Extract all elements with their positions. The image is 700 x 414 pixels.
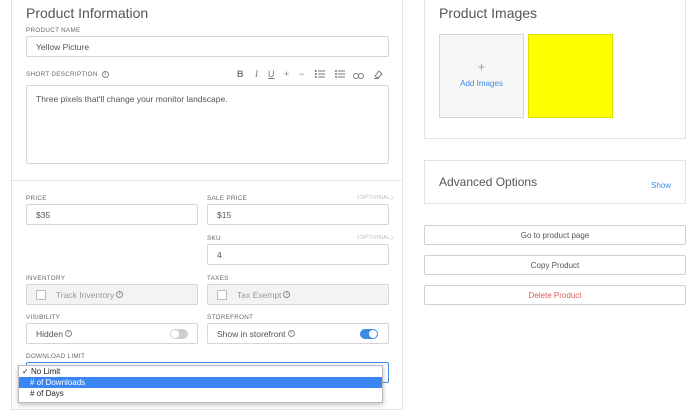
short-description-label: SHORT DESCRIPTION i bbox=[26, 71, 109, 78]
download-limit-label: DOWNLOAD LIMIT bbox=[26, 353, 86, 360]
visibility-label: VISIBILITY bbox=[26, 314, 61, 321]
product-name-label: PRODUCT NAME bbox=[26, 27, 81, 34]
short-description-value: Three pixels that'll change your monitor… bbox=[36, 94, 228, 104]
dropdown-option-no-limit[interactable]: ✓ No Limit bbox=[19, 366, 382, 377]
inventory-label: INVENTORY bbox=[26, 275, 66, 282]
download-limit-dropdown: ✓ No Limit # of Downloads # of Days bbox=[18, 365, 383, 403]
info-icon[interactable]: i bbox=[287, 330, 295, 337]
remove-icon[interactable]: − bbox=[299, 69, 304, 79]
clear-format-icon[interactable] bbox=[373, 69, 383, 81]
section-divider bbox=[12, 180, 402, 181]
tax-exempt-checkbox[interactable] bbox=[217, 289, 227, 300]
info-icon[interactable]: i bbox=[283, 291, 291, 298]
tax-exempt-field[interactable]: Tax Exempt i bbox=[207, 284, 389, 305]
visibility-value: Hidden bbox=[36, 328, 63, 339]
track-inventory-label: Track Inventory bbox=[56, 289, 115, 300]
sku-input[interactable]: 4 bbox=[207, 244, 389, 265]
italic-icon[interactable]: I bbox=[255, 69, 258, 79]
advanced-options-show-link[interactable]: Show bbox=[651, 181, 671, 190]
add-icon[interactable]: + bbox=[284, 69, 289, 79]
advanced-options-title: Advanced Options bbox=[439, 175, 538, 189]
check-mark-icon: ✓ bbox=[22, 367, 29, 376]
track-inventory-checkbox[interactable] bbox=[36, 289, 46, 300]
add-images-label: Add Images bbox=[460, 79, 503, 88]
underline-icon[interactable]: U bbox=[268, 69, 275, 79]
delete-product-button[interactable]: Delete Product bbox=[424, 285, 686, 305]
info-icon[interactable]: i bbox=[116, 291, 124, 298]
price-value: $35 bbox=[36, 209, 51, 220]
storefront-label: STOREFRONT bbox=[207, 314, 254, 321]
dropdown-option-days[interactable]: # of Days bbox=[19, 388, 382, 399]
storefront-toggle[interactable] bbox=[360, 329, 378, 339]
product-name-value: Yellow Picture bbox=[36, 41, 90, 52]
plus-icon: + bbox=[477, 60, 485, 74]
go-to-product-page-button[interactable]: Go to product page bbox=[424, 225, 686, 245]
info-icon[interactable]: i bbox=[101, 71, 109, 78]
tax-exempt-label: Tax Exempt bbox=[237, 289, 282, 300]
dropdown-option-downloads[interactable]: # of Downloads bbox=[19, 377, 382, 388]
sku-value: 4 bbox=[217, 249, 222, 260]
taxes-label: TAXES bbox=[207, 275, 229, 282]
product-name-input[interactable]: Yellow Picture bbox=[26, 36, 389, 57]
sale-price-value: $15 bbox=[217, 209, 232, 220]
sale-price-label: SALE PRICE bbox=[207, 195, 248, 202]
sku-optional: (OPTIONAL) bbox=[357, 235, 394, 241]
sale-price-optional: (OPTIONAL) bbox=[357, 195, 394, 201]
ordered-list-icon[interactable] bbox=[315, 70, 325, 80]
track-inventory-field[interactable]: Track Inventory i bbox=[26, 284, 198, 305]
sale-price-input[interactable]: $15 bbox=[207, 204, 389, 225]
short-description-textarea[interactable]: Three pixels that'll change your monitor… bbox=[26, 85, 389, 164]
link-icon[interactable] bbox=[353, 71, 364, 81]
product-images-title: Product Images bbox=[439, 5, 538, 21]
product-information-title: Product Information bbox=[26, 5, 149, 21]
bulleted-list-icon[interactable] bbox=[335, 70, 345, 80]
product-image-thumbnail[interactable] bbox=[528, 34, 613, 118]
info-icon[interactable]: i bbox=[64, 330, 72, 337]
copy-product-button[interactable]: Copy Product bbox=[424, 255, 686, 275]
bold-icon[interactable]: B bbox=[237, 69, 244, 79]
price-label: PRICE bbox=[26, 195, 47, 202]
sku-label: SKU bbox=[207, 235, 221, 242]
visibility-toggle[interactable] bbox=[170, 329, 188, 339]
add-images-button[interactable]: + Add Images bbox=[439, 34, 524, 118]
price-input[interactable]: $35 bbox=[26, 204, 198, 225]
storefront-value: Show in storefront bbox=[217, 328, 286, 339]
